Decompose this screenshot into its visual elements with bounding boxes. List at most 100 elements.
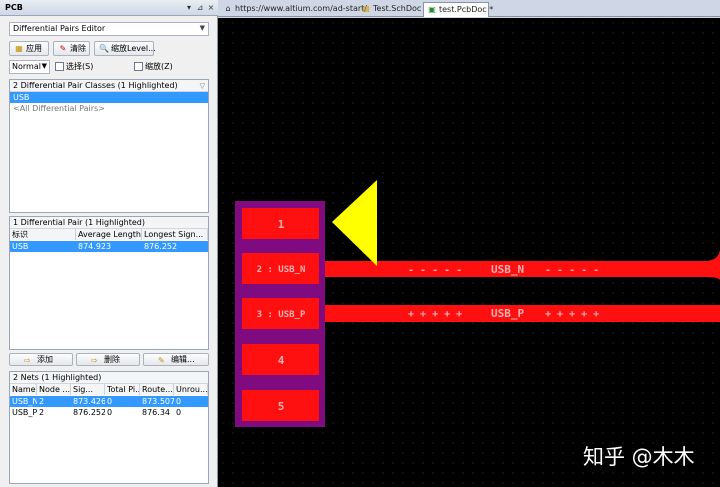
- zoom-level-label: 缩放Level...: [111, 44, 156, 53]
- highlight-mode-select[interactable]: Normal ▼: [9, 60, 50, 74]
- pairs-title-text: 1 Differential Pair (1 Highlighted): [13, 218, 145, 227]
- list-item-all-pairs[interactable]: <All Differential Pairs>: [10, 103, 208, 114]
- panel-header: PCB ▾ ⊿ ×: [0, 0, 218, 16]
- filter-icon[interactable]: ▽: [200, 80, 205, 92]
- add-pair-button[interactable]: ⇨ 添加: [9, 353, 73, 366]
- panel-mode-select[interactable]: Differential Pairs Editor ▼: [9, 22, 209, 36]
- class-name: <All Differential Pairs>: [13, 104, 105, 113]
- pair-classes-title: 2 Differential Pair Classes (1 Highlight…: [10, 80, 208, 92]
- tab-test-pcbdoc[interactable]: ▣ test.PcbDoc *: [423, 2, 493, 17]
- column-header-id[interactable]: 标识: [10, 229, 76, 240]
- select-checkbox-label: 选择(S): [66, 62, 94, 71]
- pair-classes-list: 2 Differential Pair Classes (1 Highlight…: [9, 79, 209, 213]
- pin-icon[interactable]: ⊿: [195, 2, 205, 13]
- table-row[interactable]: USB_P 2 876.252 0 876.34 0: [10, 407, 208, 418]
- clear-button[interactable]: ✎ 清除: [53, 41, 90, 56]
- clear-label: 清除: [70, 44, 86, 53]
- pin-1-marker-arrow: [332, 180, 377, 266]
- zoom-level-button[interactable]: 🔍 缩放Level...: [94, 41, 156, 56]
- edit-icon: ✎: [158, 356, 165, 365]
- pair-longest-signal: 876.252: [144, 242, 178, 251]
- pad-3-label: 3 : USB_P: [257, 310, 306, 320]
- pad-1-label: 1: [278, 218, 285, 231]
- edit-pair-button[interactable]: ✎ 编辑...: [143, 353, 209, 366]
- net-total-pins: 0: [107, 408, 113, 417]
- close-icon[interactable]: ×: [206, 2, 216, 13]
- column-header-longest-signal[interactable]: Longest Sign...: [142, 229, 208, 240]
- document-tab-bar: ⌂ https://www.altium.com/ad-start/ ▤ Tes…: [218, 0, 720, 17]
- nets-table: 2 Nets (1 Highlighted) Name Node ... Sig…: [9, 371, 209, 484]
- net-name: USB_N: [12, 397, 37, 406]
- column-header-average-length[interactable]: Average Length...: [76, 229, 142, 240]
- pcb-panel: PCB ▾ ⊿ × Differential Pairs Editor ▼ ▦ …: [0, 0, 218, 487]
- magnifier-icon: 🔍: [99, 44, 109, 53]
- net-routed: 876.34: [142, 408, 170, 417]
- class-name: USB: [13, 93, 30, 102]
- net-total-pins: 0: [107, 397, 113, 406]
- usb-n-negative-marks: - - - - -: [408, 265, 462, 276]
- add-icon: ⇨: [24, 356, 31, 365]
- apply-button[interactable]: ▦ 应用: [9, 41, 49, 56]
- net-signal-length: 873.426: [73, 397, 105, 406]
- pair-name: USB: [12, 242, 29, 251]
- pcb-doc-icon: ▣: [428, 5, 436, 14]
- nets-column-header: Name Node ... Sig... Total Pi... Route..…: [10, 384, 208, 395]
- nets-title-text: 2 Nets (1 Highlighted): [13, 373, 102, 382]
- net-routed: 873.507: [142, 397, 174, 406]
- column-header-routed[interactable]: Route...: [140, 384, 174, 395]
- delete-pair-button[interactable]: ⇨ 删除: [76, 353, 140, 366]
- column-header-node[interactable]: Node ...: [37, 384, 71, 395]
- tab-altium-start[interactable]: ⌂ https://www.altium.com/ad-start/: [220, 2, 367, 17]
- pair-classes-title-text: 2 Differential Pair Classes (1 Highlight…: [13, 81, 178, 90]
- column-header-unrouted[interactable]: Unrou...: [174, 384, 208, 395]
- net-unrouted: 0: [176, 397, 182, 406]
- table-row[interactable]: USB_N 2 873.426 0 873.507 0: [10, 396, 208, 407]
- home-icon: ⌂: [225, 4, 231, 13]
- usb-p-positive-marks-right: + + + + +: [545, 309, 599, 320]
- watermark-text: 知乎 @木木: [583, 445, 695, 469]
- pad-5-label: 5: [278, 400, 285, 413]
- clear-icon: ✎: [59, 44, 67, 53]
- net-unrouted: 0: [176, 408, 182, 417]
- delete-icon: ⇨: [91, 356, 98, 365]
- tab-test-schdoc[interactable]: ▤ Test.SchDoc *: [358, 2, 428, 17]
- pairs-column-header: 标识 Average Length... Longest Sign...: [10, 229, 208, 240]
- usb-n-negative-marks-right: - - - - -: [545, 265, 599, 276]
- panel-title: PCB: [5, 3, 23, 12]
- chevron-down-icon: ▼: [41, 62, 47, 70]
- net-signal-length: 876.252: [73, 408, 105, 417]
- pad-2-label: 2 : USB_N: [257, 265, 306, 275]
- edit-pair-label: 编辑...: [171, 355, 195, 364]
- column-header-total-pins[interactable]: Total Pi...: [105, 384, 140, 395]
- column-header-signal[interactable]: Sig...: [71, 384, 105, 395]
- net-name: USB_P: [12, 408, 37, 417]
- nets-title: 2 Nets (1 Highlighted): [10, 372, 208, 384]
- usb-p-trace-label: USB_P: [491, 307, 524, 320]
- schematic-doc-icon: ▤: [362, 4, 370, 13]
- column-header-name[interactable]: Name: [10, 384, 37, 395]
- tab-label: test.PcbDoc *: [439, 5, 494, 14]
- usb-n-trace-bend: [706, 248, 720, 280]
- tab-label: Test.SchDoc *: [373, 4, 428, 13]
- tab-label: https://www.altium.com/ad-start/: [235, 4, 367, 13]
- select-checkbox[interactable]: [55, 62, 64, 71]
- chevron-down-icon: ▼: [199, 24, 205, 32]
- apply-label: 应用: [26, 44, 42, 53]
- zoom-checkbox-label: 缩放(Z): [145, 62, 173, 71]
- pcb-canvas[interactable]: 1 2 : USB_N 3 : USB_P 4 5 - - - - - USB_…: [218, 18, 720, 487]
- pcb-drawing: 1 2 : USB_N 3 : USB_P 4 5 - - - - - USB_…: [235, 180, 720, 427]
- add-pair-label: 添加: [37, 355, 53, 364]
- delete-pair-label: 删除: [104, 355, 120, 364]
- panel-mode-value: Differential Pairs Editor: [13, 24, 106, 33]
- panel-menu-icon[interactable]: ▾: [184, 2, 194, 13]
- usb-n-trace-label: USB_N: [491, 263, 524, 276]
- net-node-count: 2: [39, 408, 45, 417]
- pairs-table: 1 Differential Pair (1 Highlighted) 标识 A…: [9, 216, 209, 350]
- highlight-mode-value: Normal: [12, 62, 41, 71]
- zoom-checkbox[interactable]: [134, 62, 143, 71]
- table-row[interactable]: USB 874.923 876.252: [10, 241, 208, 252]
- list-item-usb-class[interactable]: USB: [10, 92, 208, 103]
- pair-average-length: 874.923: [78, 242, 112, 251]
- pairs-title: 1 Differential Pair (1 Highlighted): [10, 217, 208, 229]
- net-node-count: 2: [39, 397, 45, 406]
